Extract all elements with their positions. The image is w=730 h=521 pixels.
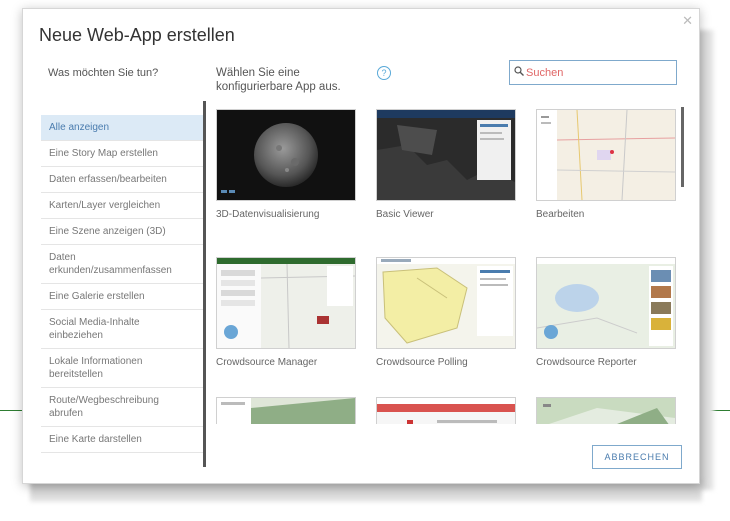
gallery-scrollbar[interactable] xyxy=(681,107,684,187)
cancel-button[interactable]: ABBRECHEN xyxy=(592,445,682,469)
question-label: Was möchten Sie tun? xyxy=(48,67,159,79)
app-label: Basic Viewer xyxy=(376,209,434,220)
sidebar-item-social-media[interactable]: Social Media-Inhalte einbeziehen xyxy=(41,310,203,349)
sidebar-item-story-map[interactable]: Eine Story Map erstellen xyxy=(41,141,203,167)
app-label: Bearbeiten xyxy=(536,209,585,220)
thumbnail-3d-visualization[interactable] xyxy=(216,109,356,201)
help-icon[interactable]: ? xyxy=(377,66,391,80)
dialog-title: Neue Web-App erstellen xyxy=(39,25,235,45)
app-label: Crowdsource Manager xyxy=(216,357,318,368)
sidebar-item-collect-edit[interactable]: Daten erfassen/bearbeiten xyxy=(41,167,203,193)
sidebar-item-local-info[interactable]: Lokale Informationen bereitstellen xyxy=(41,349,203,388)
sidebar-item-directions[interactable]: Route/Wegbeschreibung abrufen xyxy=(41,388,203,427)
sidebar-item-show-all[interactable]: Alle anzeigen xyxy=(41,115,203,141)
sidebar-item-gallery[interactable]: Eine Galerie erstellen xyxy=(41,284,203,310)
create-web-app-dialog: Neue Web-App erstellen ✕ Was möchten Sie… xyxy=(22,8,700,484)
map-image xyxy=(537,258,675,346)
app-label: Crowdsource Polling xyxy=(376,357,468,368)
app-thumbnail[interactable] xyxy=(216,397,356,424)
app-card-edit[interactable]: Bearbeiten xyxy=(536,109,676,220)
thumbnail-crowdsource-manager[interactable] xyxy=(216,257,356,349)
sidebar-scrollbar[interactable] xyxy=(203,101,206,467)
search-icon xyxy=(514,66,524,79)
map-image xyxy=(217,398,355,424)
search-input[interactable] xyxy=(526,66,666,79)
app-card-crowdsource-polling[interactable]: Crowdsource Polling xyxy=(376,257,516,368)
app-card-basic-viewer[interactable]: Basic Viewer xyxy=(376,109,516,220)
app-gallery: 3D-Datenvisualisierung Basic Viewer Bear… xyxy=(216,109,676,424)
app-card[interactable] xyxy=(216,397,356,424)
map-image xyxy=(537,110,675,200)
thumbnail-crowdsource-reporter[interactable] xyxy=(536,257,676,349)
sidebar-item-explore-data[interactable]: Daten erkunden/zusammenfassen xyxy=(41,245,203,284)
map-image xyxy=(217,258,355,348)
app-card[interactable] xyxy=(376,397,516,424)
search-box[interactable] xyxy=(509,60,677,85)
app-thumbnail[interactable] xyxy=(536,397,676,424)
thumbnail-crowdsource-polling[interactable] xyxy=(376,257,516,349)
app-thumbnail[interactable] xyxy=(376,397,516,424)
prompt-label: Wählen Sie eine konfigurierbare App aus. xyxy=(216,67,341,93)
app-card[interactable] xyxy=(536,397,676,424)
globe-image xyxy=(221,123,318,193)
thumbnail-edit[interactable] xyxy=(536,109,676,201)
sidebar-item-show-map[interactable]: Eine Karte darstellen xyxy=(41,427,203,453)
category-sidebar: Alle anzeigen Eine Story Map erstellen D… xyxy=(41,115,203,475)
sidebar-item-scene-3d[interactable]: Eine Szene anzeigen (3D) xyxy=(41,219,203,245)
sidebar-item-compare[interactable]: Karten/Layer vergleichen xyxy=(41,193,203,219)
thumbnail-basic-viewer[interactable] xyxy=(376,109,516,201)
app-card-crowdsource-reporter[interactable]: Crowdsource Reporter xyxy=(536,257,676,368)
close-icon[interactable]: ✕ xyxy=(682,13,693,29)
map-image xyxy=(537,398,675,424)
map-image xyxy=(377,258,515,344)
map-image xyxy=(377,398,515,424)
app-card-crowdsource-manager[interactable]: Crowdsource Manager xyxy=(216,257,356,368)
app-label: 3D-Datenvisualisierung xyxy=(216,209,320,220)
app-label: Crowdsource Reporter xyxy=(536,357,637,368)
map-image xyxy=(377,110,515,200)
app-card-3d-visualization[interactable]: 3D-Datenvisualisierung xyxy=(216,109,356,220)
